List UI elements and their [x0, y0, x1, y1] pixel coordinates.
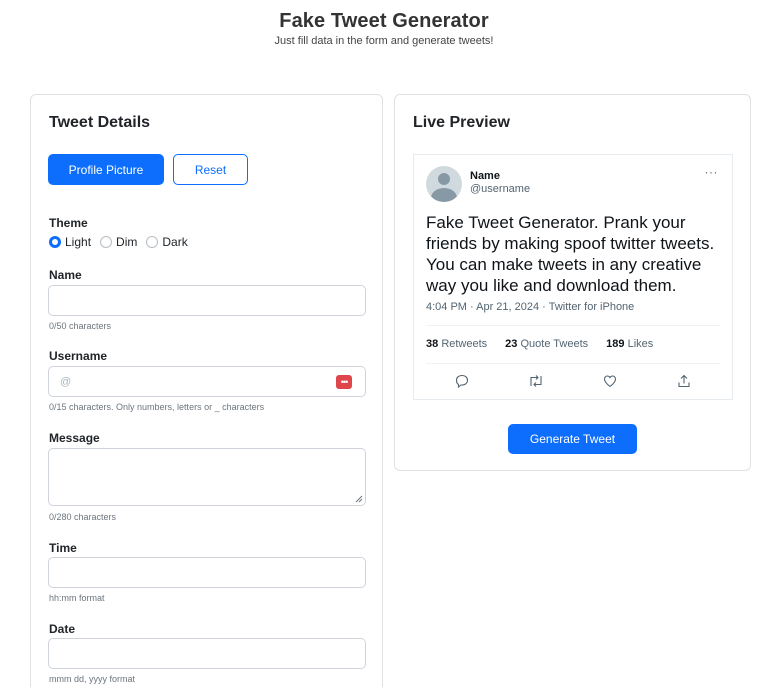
message-field[interactable]: [48, 448, 366, 506]
retweet-icon[interactable]: [526, 371, 546, 391]
page-title: Fake Tweet Generator: [279, 10, 489, 32]
tweet-username: @username: [470, 183, 531, 195]
resize-grip-icon[interactable]: [355, 495, 363, 503]
theme-option-light[interactable]: Light: [49, 235, 91, 249]
theme-light-label: Light: [65, 235, 92, 249]
theme-option-dark[interactable]: Dark: [146, 235, 188, 249]
time-help: hh:mm format: [49, 593, 105, 603]
tweet-message: Fake Tweet Generator. Prank your friends…: [426, 213, 715, 295]
username-label: Username: [49, 349, 108, 363]
tweet-preview: Name @username ··· Fake Tweet Generator.…: [413, 154, 733, 400]
reset-button[interactable]: Reset: [173, 154, 248, 185]
tweet-details-title: Tweet Details: [49, 114, 151, 131]
likes-label: Likes: [627, 338, 654, 350]
page-header: Fake Tweet Generator Just fill data in t…: [0, 10, 768, 47]
date-field[interactable]: [48, 638, 366, 669]
page-subtitle: Just fill data in the form and generate …: [274, 35, 494, 47]
share-icon[interactable]: [674, 371, 694, 391]
generate-tweet-button[interactable]: Generate Tweet: [508, 424, 637, 454]
retweets-count: 38: [426, 338, 439, 350]
theme-dark-radio[interactable]: [146, 236, 159, 248]
theme-light-radio[interactable]: [49, 236, 61, 248]
password-manager-icon[interactable]: •••: [336, 375, 352, 389]
tweet-stats: 38 Retweets 23 Quote Tweets 189 Likes: [426, 338, 671, 350]
username-help: 0/15 characters. Only numbers, letters o…: [49, 402, 265, 412]
quote-tweets-stat: 23 Quote Tweets: [505, 338, 588, 350]
retweets-label: Retweets: [441, 338, 488, 350]
name-field[interactable]: [48, 285, 366, 316]
quotes-count: 23: [505, 338, 518, 350]
tweet-actions: [414, 371, 732, 391]
tweet-divider: [426, 363, 720, 364]
like-icon[interactable]: [600, 371, 620, 391]
live-preview-title: Live Preview: [413, 114, 510, 131]
username-placeholder: @: [60, 376, 72, 388]
quotes-label: Quote Tweets: [520, 338, 589, 350]
theme-option-dim[interactable]: Dim: [100, 235, 137, 249]
message-label: Message: [49, 431, 100, 445]
avatar-body: [431, 188, 457, 202]
avatar: [426, 166, 462, 202]
time-field[interactable]: [48, 557, 366, 588]
name-help: 0/50 characters: [49, 321, 112, 331]
tweet-details-card: Tweet Details Profile Picture Reset Them…: [30, 94, 383, 687]
tweet-divider: [426, 325, 720, 326]
avatar-head: [438, 173, 450, 185]
username-field[interactable]: @ •••: [48, 366, 366, 397]
date-help: mmm dd, yyyy format: [49, 674, 136, 684]
more-icon[interactable]: ···: [705, 165, 719, 179]
reply-icon[interactable]: [452, 371, 472, 391]
date-label: Date: [49, 622, 76, 636]
theme-dim-label: Dim: [116, 235, 138, 249]
theme-label: Theme: [49, 216, 88, 230]
retweets-stat: 38 Retweets: [426, 338, 487, 350]
tweet-name: Name: [470, 170, 500, 182]
tweet-meta: 4:04 PM · Apr 21, 2024 · Twitter for iPh…: [426, 301, 635, 313]
theme-dim-radio[interactable]: [100, 236, 113, 248]
likes-count: 189: [606, 338, 625, 350]
name-label: Name: [49, 268, 82, 282]
profile-picture-button[interactable]: Profile Picture: [48, 154, 164, 185]
live-preview-card: Live Preview Name @username ··· Fake Twe…: [394, 94, 751, 471]
message-help: 0/280 characters: [49, 512, 117, 522]
time-label: Time: [49, 541, 77, 555]
likes-stat: 189 Likes: [606, 338, 653, 350]
theme-dark-label: Dark: [162, 235, 188, 249]
theme-radio-group: Light Dim Dark: [49, 235, 197, 249]
